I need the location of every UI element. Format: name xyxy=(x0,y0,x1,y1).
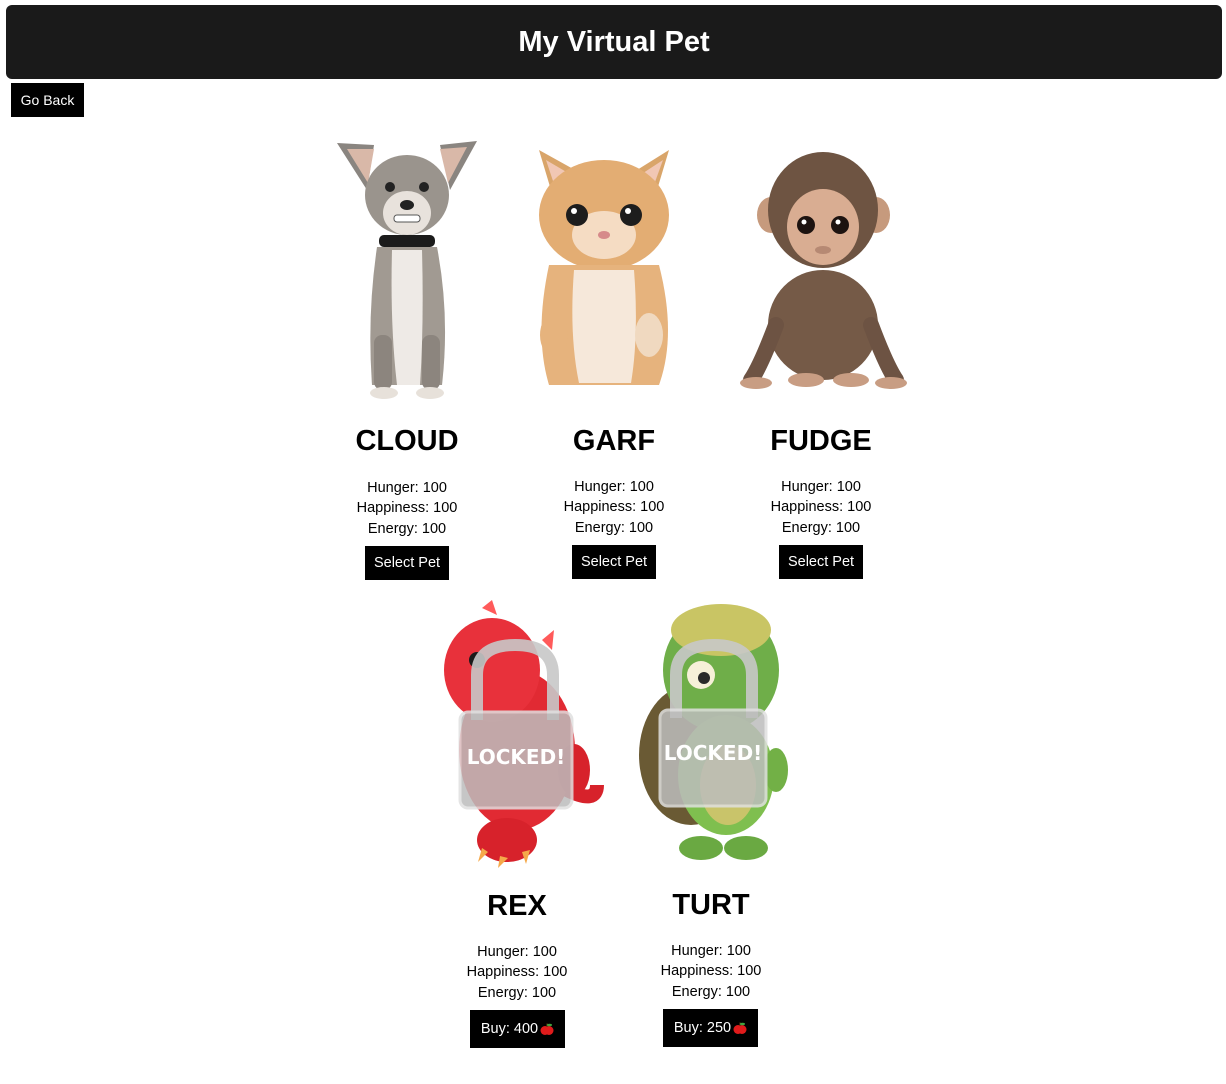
pet-hunger: Hunger: 100 xyxy=(367,480,447,496)
pet-energy: Energy: 100 xyxy=(574,520,654,536)
pet-name: REX xyxy=(487,890,547,922)
pet-energy: Energy: 100 xyxy=(477,985,557,1001)
lock-label: LOCKED! xyxy=(664,741,763,765)
chihuahua-icon xyxy=(312,135,502,405)
select-pet-button[interactable]: Select Pet xyxy=(572,545,656,579)
apple-icon xyxy=(540,1023,554,1035)
select-pet-button[interactable]: Select Pet xyxy=(779,545,863,579)
pet-happiness: Happiness: 100 xyxy=(563,499,665,515)
pet-card-cloud: CLOUD Hunger: 100 Happiness: 100 Energy:… xyxy=(312,135,502,585)
dinosaur-icon: LOCKED! xyxy=(422,600,612,870)
kitten-icon xyxy=(519,135,709,405)
pet-energy: Energy: 100 xyxy=(781,520,861,536)
pet-card-garf: GARF Hunger: 100 Happiness: 100 Energy: … xyxy=(519,135,709,585)
pet-energy: Energy: 100 xyxy=(671,984,751,1000)
app-header: My Virtual Pet xyxy=(6,5,1222,79)
pet-hunger: Hunger: 100 xyxy=(574,479,654,495)
turtle-icon: LOCKED! xyxy=(616,600,806,870)
select-pet-button[interactable]: Select Pet xyxy=(365,546,449,580)
pet-happiness: Happiness: 100 xyxy=(660,963,762,979)
lock-label: LOCKED! xyxy=(467,745,566,769)
buy-price-label: Buy: 400 xyxy=(480,1021,539,1037)
buy-pet-button[interactable]: Buy: 250 xyxy=(663,1009,758,1047)
pet-happiness: Happiness: 100 xyxy=(356,500,458,516)
pet-name: GARF xyxy=(572,425,656,457)
pet-energy: Energy: 100 xyxy=(367,521,447,537)
monkey-icon xyxy=(726,135,916,405)
pet-name: TURT xyxy=(672,889,750,921)
pet-hunger: Hunger: 100 xyxy=(781,479,861,495)
pet-card-rex: LOCKED! REX Hunger: 100 Happiness: 100 E… xyxy=(422,600,612,1050)
buy-price-label: Buy: 250 xyxy=(673,1020,732,1036)
pet-happiness: Happiness: 100 xyxy=(466,964,568,980)
go-back-button[interactable]: Go Back xyxy=(11,83,84,117)
pet-hunger: Hunger: 100 xyxy=(671,943,751,959)
page-title: My Virtual Pet xyxy=(518,25,710,58)
pet-card-turt: LOCKED! TURT Hunger: 100 Happiness: 100 … xyxy=(616,600,806,1050)
pet-card-fudge: FUDGE Hunger: 100 Happiness: 100 Energy:… xyxy=(726,135,916,585)
pet-happiness: Happiness: 100 xyxy=(770,499,872,515)
buy-pet-button[interactable]: Buy: 400 xyxy=(470,1010,565,1048)
pet-hunger: Hunger: 100 xyxy=(477,944,557,960)
pet-name: CLOUD xyxy=(355,425,459,457)
pet-name: FUDGE xyxy=(770,425,872,457)
apple-icon xyxy=(733,1022,747,1034)
